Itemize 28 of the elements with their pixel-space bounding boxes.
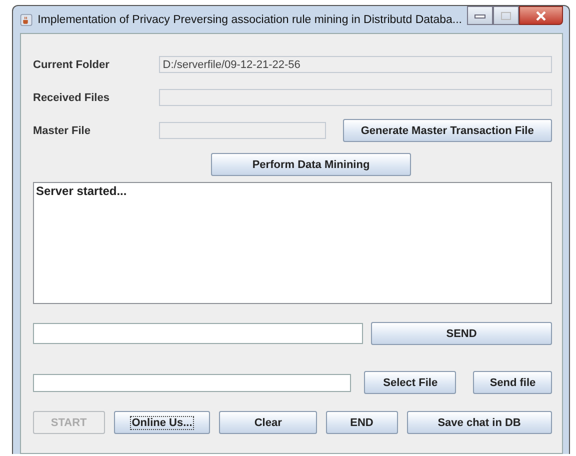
file-path-field[interactable] <box>33 374 352 392</box>
generate-button[interactable]: Generate Master Transaction File <box>342 119 552 142</box>
minimize-icon <box>474 12 486 18</box>
mining-button[interactable]: Perform Data Minining <box>211 153 411 176</box>
field-value: D:/serverfile/09-12-21-22-56 <box>162 58 300 70</box>
minimize-button[interactable] <box>467 6 493 25</box>
coffee-cup-icon <box>20 12 33 28</box>
message-field[interactable] <box>33 323 364 344</box>
field-label: Current Folder <box>33 58 110 70</box>
close-icon <box>535 10 547 20</box>
action-button[interactable]: Save chat in DB <box>406 411 552 434</box>
text-field[interactable] <box>158 122 326 139</box>
action-button[interactable]: Clear <box>219 411 317 434</box>
close-button[interactable] <box>519 6 563 25</box>
send-file-button[interactable]: Send file <box>473 371 552 394</box>
text-field[interactable] <box>158 89 552 106</box>
select-file-button[interactable]: Select File <box>364 371 456 394</box>
log-area[interactable]: Server started... <box>33 182 552 304</box>
field-label: Master File <box>33 124 92 136</box>
text-field[interactable]: D:/serverfile/09-12-21-22-56 <box>158 56 552 73</box>
field-label: Received Files <box>33 92 110 104</box>
maximize-icon <box>500 10 512 20</box>
send-button[interactable]: SEND <box>371 322 552 345</box>
action-button[interactable]: Online Us... <box>114 411 210 434</box>
maximize-button[interactable] <box>493 6 519 25</box>
action-button[interactable]: END <box>326 411 398 434</box>
log-line: Server started... <box>36 184 128 198</box>
window-title: Implementation of Privacy Preversing association rule mining in Distributd Databa... <box>38 14 462 26</box>
